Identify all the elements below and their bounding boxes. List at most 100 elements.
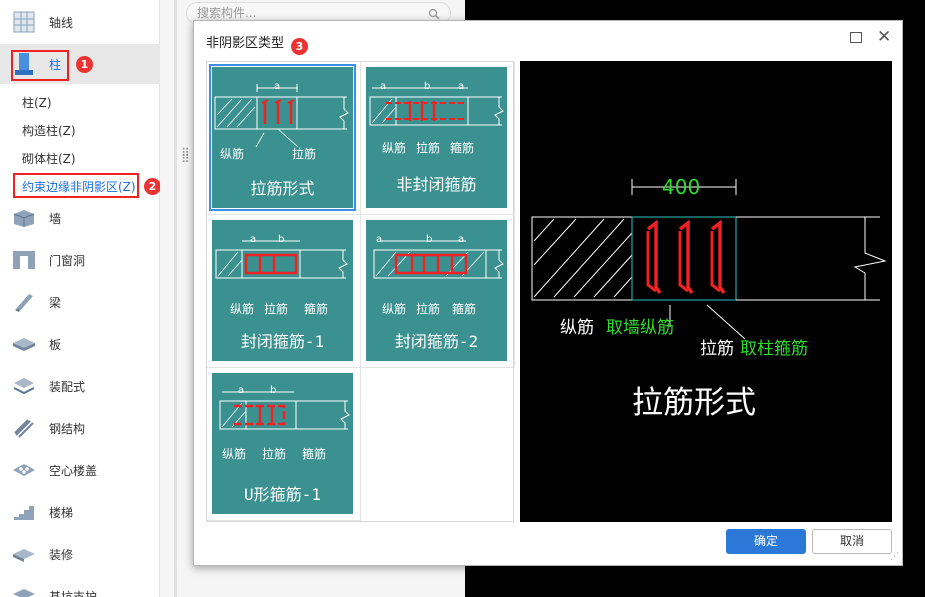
label-tie: 拉筋: [262, 447, 287, 461]
label-stirrup: 箍筋: [452, 302, 477, 316]
sidebar-subitem-masonry-column[interactable]: 砌体柱(Z): [22, 150, 76, 167]
type-option-closed-stirrup-1[interactable]: 纵筋 拉筋 箍筋 a b 封闭箍筋-1: [207, 215, 361, 368]
decoration-icon: [11, 541, 37, 567]
dim-b: b: [278, 234, 285, 245]
dialog-title: 非阴影区类型: [206, 36, 285, 51]
option-caption: 封闭箍筋-2: [394, 332, 479, 351]
sidebar-item-wall[interactable]: 墙: [0, 198, 160, 238]
sidebar-item-slab[interactable]: 板: [0, 324, 160, 364]
sidebar-item-label: 钢结构: [49, 421, 86, 436]
type-option-tile[interactable]: 纵筋 拉筋 箍筋 a b a 封闭箍筋-2: [366, 220, 507, 361]
beam-icon: [11, 289, 37, 315]
preview-label-tie: 拉筋: [700, 339, 734, 359]
foundation-pit-icon: [11, 583, 37, 597]
sidebar-item-label: 轴线: [49, 15, 74, 30]
maximize-icon[interactable]: [850, 32, 862, 43]
sidebar-subitem-structural-column[interactable]: 构造柱(Z): [22, 122, 76, 139]
option-caption: 非封闭箍筋: [396, 175, 477, 194]
sidebar-item-stairs[interactable]: 楼梯: [0, 492, 160, 532]
stairs-icon: [11, 499, 37, 525]
type-option-tie-bar[interactable]: 纵筋 拉筋 a 拉筋形式: [207, 62, 361, 215]
option-caption: U形箍筋-1: [244, 485, 321, 504]
dim-a: a: [458, 81, 465, 92]
preview-dimension: 400: [662, 175, 701, 199]
sidebar-item-label: 梁: [49, 295, 62, 310]
type-option-u-stirrup-1[interactable]: 纵筋 拉筋 箍筋 a b U形箍筋-1: [207, 368, 361, 521]
type-option-tile[interactable]: 纵筋 拉筋 箍筋 a b a 非封闭箍筋: [366, 67, 507, 208]
sidebar-item-foundation-pit[interactable]: 基坑支护: [0, 576, 160, 597]
dim-b: b: [426, 234, 433, 245]
ok-button[interactable]: 确定: [726, 529, 806, 554]
label-longitudinal: 纵筋: [382, 302, 407, 316]
label-tie: 拉筋: [416, 141, 441, 155]
annotation-box-column: [11, 50, 69, 81]
annotation-badge-1: 1: [76, 56, 93, 73]
drag-handle-icon[interactable]: ⠿ ⠿: [181, 147, 190, 165]
preview-note-longitudinal: 取墙纵筋: [606, 318, 674, 338]
sidebar-item-prefab[interactable]: 装配式: [0, 366, 160, 406]
preview-caption: 拉筋形式: [632, 385, 756, 421]
annotation-box-constraint: [13, 173, 139, 198]
sidebar-item-label: 装配式: [49, 379, 86, 394]
label-longitudinal: 纵筋: [220, 147, 245, 161]
annotation-badge-3: 3: [291, 38, 308, 55]
sidebar-item-hollow-floor[interactable]: 空心楼盖: [0, 450, 160, 490]
component-sidebar: 轴线 柱 1 柱(Z) 构造柱(Z) 砌体柱(Z) 约束边缘非阴影区(Z) 2 …: [0, 0, 161, 597]
sidebar-item-label: 墙: [49, 211, 62, 226]
app-root: 轴线 柱 1 柱(Z) 构造柱(Z) 砌体柱(Z) 约束边缘非阴影区(Z) 2 …: [0, 0, 925, 597]
option-caption: 拉筋形式: [250, 179, 315, 198]
dim-b: b: [424, 81, 431, 92]
sidebar-item-beam[interactable]: 梁: [0, 282, 160, 322]
non-shadow-zone-type-dialog: 非阴影区类型 3 ✕ 纵筋 拉筋 a 拉筋形式 纵筋 拉筋 箍筋 a b a 非…: [193, 20, 903, 566]
sidebar-item-axis[interactable]: 轴线: [0, 2, 160, 42]
label-tie: 拉筋: [292, 147, 317, 161]
wall-icon: [11, 205, 37, 231]
sidebar-item-label: 空心楼盖: [49, 463, 98, 478]
type-option-tile[interactable]: 纵筋 拉筋 箍筋 a b 封闭箍筋-1: [212, 220, 353, 361]
sidebar-item-label: 板: [49, 337, 62, 352]
type-option-tile[interactable]: 纵筋 拉筋 箍筋 a b U形箍筋-1: [212, 373, 353, 514]
annotation-badge-2: 2: [144, 178, 161, 195]
label-longitudinal: 纵筋: [222, 447, 247, 461]
preview-diagram: [531, 179, 887, 340]
preview-label-longitudinal: 纵筋: [560, 318, 594, 338]
cancel-button[interactable]: 取消: [812, 529, 892, 554]
type-option-tile[interactable]: 纵筋 拉筋 a 拉筋形式: [209, 64, 356, 211]
type-option-grid: 纵筋 拉筋 a 拉筋形式 纵筋 拉筋 箍筋 a b a 非封闭箍筋 纵筋 拉筋 …: [206, 61, 515, 522]
hollow-floor-icon: [11, 457, 37, 483]
grid-axis-icon: [11, 9, 37, 35]
dim-a: a: [380, 81, 387, 92]
sidebar-subitem-column[interactable]: 柱(Z): [22, 94, 52, 111]
label-stirrup: 箍筋: [450, 141, 475, 155]
label-stirrup: 箍筋: [304, 302, 329, 316]
sidebar-item-door-window[interactable]: 门窗洞: [0, 240, 160, 280]
type-option-open-stirrup[interactable]: 纵筋 拉筋 箍筋 a b a 非封闭箍筋: [361, 62, 515, 215]
dim-a: a: [458, 234, 465, 245]
option-caption: 封闭箍筋-1: [240, 332, 325, 351]
type-option-closed-stirrup-2[interactable]: 纵筋 拉筋 箍筋 a b a 封闭箍筋-2: [361, 215, 515, 368]
sidebar-item-label: 楼梯: [49, 505, 74, 520]
sidebar-item-label: 门窗洞: [49, 253, 86, 268]
dim-a: a: [238, 385, 245, 396]
sidebar-item-decoration[interactable]: 装修: [0, 534, 160, 574]
sidebar-item-steel[interactable]: 钢结构: [0, 408, 160, 448]
label-longitudinal: 纵筋: [230, 302, 255, 316]
dim-a: a: [274, 81, 281, 92]
preview-note-tie: 取柱箍筋: [740, 339, 808, 359]
type-preview-panel: 400 纵筋 取墙纵筋 拉筋 取柱箍筋 拉筋形式: [520, 61, 892, 522]
panel-divider: [174, 0, 177, 597]
dim-a: a: [376, 234, 383, 245]
sidebar-item-label: 装修: [49, 547, 74, 562]
label-longitudinal: 纵筋: [382, 141, 407, 155]
label-tie: 拉筋: [416, 302, 441, 316]
steel-structure-icon: [11, 415, 37, 441]
prefab-icon: [11, 373, 37, 399]
search-placeholder: 搜索构件...: [197, 6, 257, 20]
slab-icon: [11, 331, 37, 357]
label-stirrup: 箍筋: [302, 447, 327, 461]
dim-a: a: [250, 234, 257, 245]
label-tie: 拉筋: [264, 302, 289, 316]
sidebar-item-label: 基坑支护: [49, 589, 98, 597]
resize-grip-icon[interactable]: ⋰: [890, 552, 899, 562]
close-icon[interactable]: ✕: [877, 28, 891, 46]
